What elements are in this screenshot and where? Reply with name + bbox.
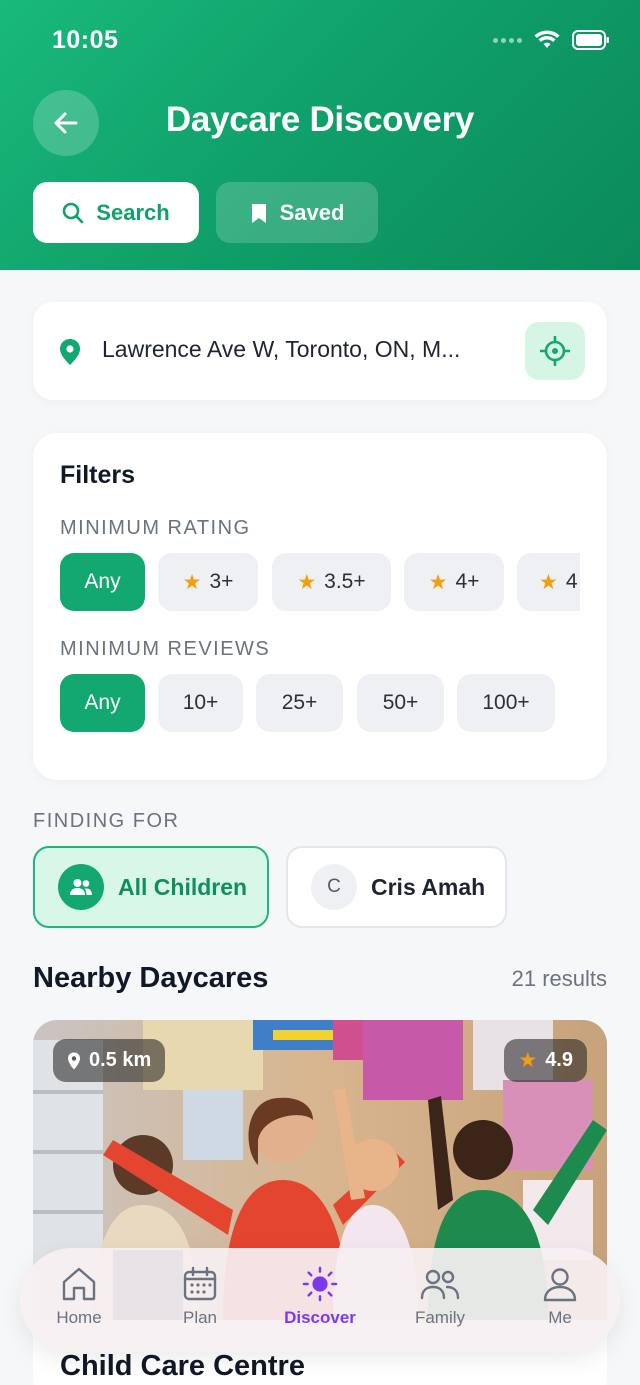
search-icon: [62, 202, 84, 223]
wifi-icon: [534, 30, 560, 48]
tab-saved[interactable]: Saved: [216, 182, 378, 243]
calendar-icon: [183, 1266, 217, 1301]
home-icon: [62, 1267, 96, 1301]
avatar: C: [311, 864, 357, 910]
user-icon: [543, 1268, 577, 1302]
battery-icon: [572, 30, 609, 50]
rating-value: 4.9: [545, 1049, 573, 1071]
daycare-name: Child Care Centre: [60, 1350, 305, 1382]
child-chip-label: Cris Amah: [371, 873, 486, 900]
location-address[interactable]: Lawrence Ave W, Toronto, ON, M...: [102, 336, 502, 363]
child-chip-all[interactable]: All Children: [33, 846, 269, 928]
distance-badge: 0.5 km: [53, 1039, 166, 1082]
sun-icon: [302, 1266, 338, 1302]
nav-me[interactable]: Me: [510, 1266, 610, 1328]
nav-label: Home: [56, 1308, 102, 1327]
chip-label: Any: [84, 570, 121, 593]
tab-search[interactable]: Search: [33, 182, 199, 243]
reviews-chip-row: Any 10+ 25+ 50+ 100+: [60, 674, 580, 732]
rating-chip-3[interactable]: ★ 3+: [158, 553, 258, 611]
star-icon: ★: [539, 570, 558, 594]
nearby-daycares-title: Nearby Daycares: [33, 962, 269, 994]
finding-for-label: FINDING FOR: [33, 810, 180, 832]
star-icon: ★: [297, 570, 317, 594]
chip-label: 100+: [482, 691, 530, 714]
reviews-chip-50[interactable]: 50+: [357, 674, 444, 732]
chip-label: 50+: [382, 691, 419, 714]
status-bar: 10:05: [0, 0, 640, 80]
minimum-reviews-label: MINIMUM REVIEWS: [60, 638, 271, 660]
chip-label: 4+: [455, 570, 480, 593]
locate-me-button[interactable]: [525, 322, 585, 380]
reviews-chip-any[interactable]: Any: [60, 674, 145, 732]
bookmark-icon: [251, 203, 266, 223]
child-chip-label: All Children: [118, 873, 248, 900]
minimum-rating-label: MINIMUM RATING: [60, 517, 251, 539]
child-chip-cris-amah[interactable]: C Cris Amah: [286, 846, 507, 928]
reviews-chip-10[interactable]: 10+: [158, 674, 243, 732]
nav-family[interactable]: Family: [390, 1266, 490, 1328]
reviews-chip-100[interactable]: 100+: [457, 674, 555, 732]
chip-label: 10+: [182, 691, 219, 714]
family-icon: [420, 1269, 460, 1300]
status-time: 10:05: [52, 26, 119, 54]
rating-chip-3-5[interactable]: ★ 3.5+: [272, 553, 391, 611]
status-icons: [493, 30, 610, 50]
tab-saved-label: Saved: [279, 199, 345, 225]
chip-label: 25+: [281, 691, 318, 714]
distance-value: 0.5 km: [89, 1049, 152, 1071]
map-pin-icon: [60, 339, 80, 365]
crosshair-icon: [540, 336, 570, 366]
nav-label: Discover: [284, 1308, 356, 1327]
nav-discover[interactable]: Discover: [270, 1266, 370, 1328]
nav-plan[interactable]: Plan: [150, 1266, 250, 1328]
chip-label: 4: [565, 570, 578, 593]
star-icon: ★: [182, 570, 202, 594]
chip-label: 3.5+: [324, 570, 366, 593]
star-icon: ★: [428, 570, 448, 594]
rating-badge: ★ 4.9: [504, 1039, 587, 1082]
filters-title: Filters: [60, 461, 136, 489]
page-title: Daycare Discovery: [165, 100, 475, 139]
results-count: 21 results: [511, 966, 607, 991]
rating-chip-4[interactable]: ★ 4+: [404, 553, 504, 611]
chip-label: Any: [84, 691, 121, 714]
chip-label: 3+: [209, 570, 234, 593]
nav-home[interactable]: Home: [29, 1266, 129, 1328]
nav-label: Plan: [182, 1308, 218, 1327]
tab-search-label: Search: [96, 199, 170, 225]
people-icon: [70, 879, 92, 895]
rating-chip-4-5[interactable]: ★ 4: [517, 553, 580, 611]
rating-chip-any[interactable]: Any: [60, 553, 145, 611]
star-icon: ★: [518, 1049, 538, 1072]
nav-label: Family: [414, 1308, 466, 1327]
family-avatar: [58, 864, 104, 910]
signal-icon: [493, 37, 522, 43]
reviews-chip-25[interactable]: 25+: [256, 674, 343, 732]
map-pin-icon: [68, 1052, 80, 1069]
rating-chip-row: Any ★ 3+ ★ 3.5+ ★ 4+ ★ 4: [60, 553, 580, 611]
nav-label: Me: [548, 1308, 572, 1327]
